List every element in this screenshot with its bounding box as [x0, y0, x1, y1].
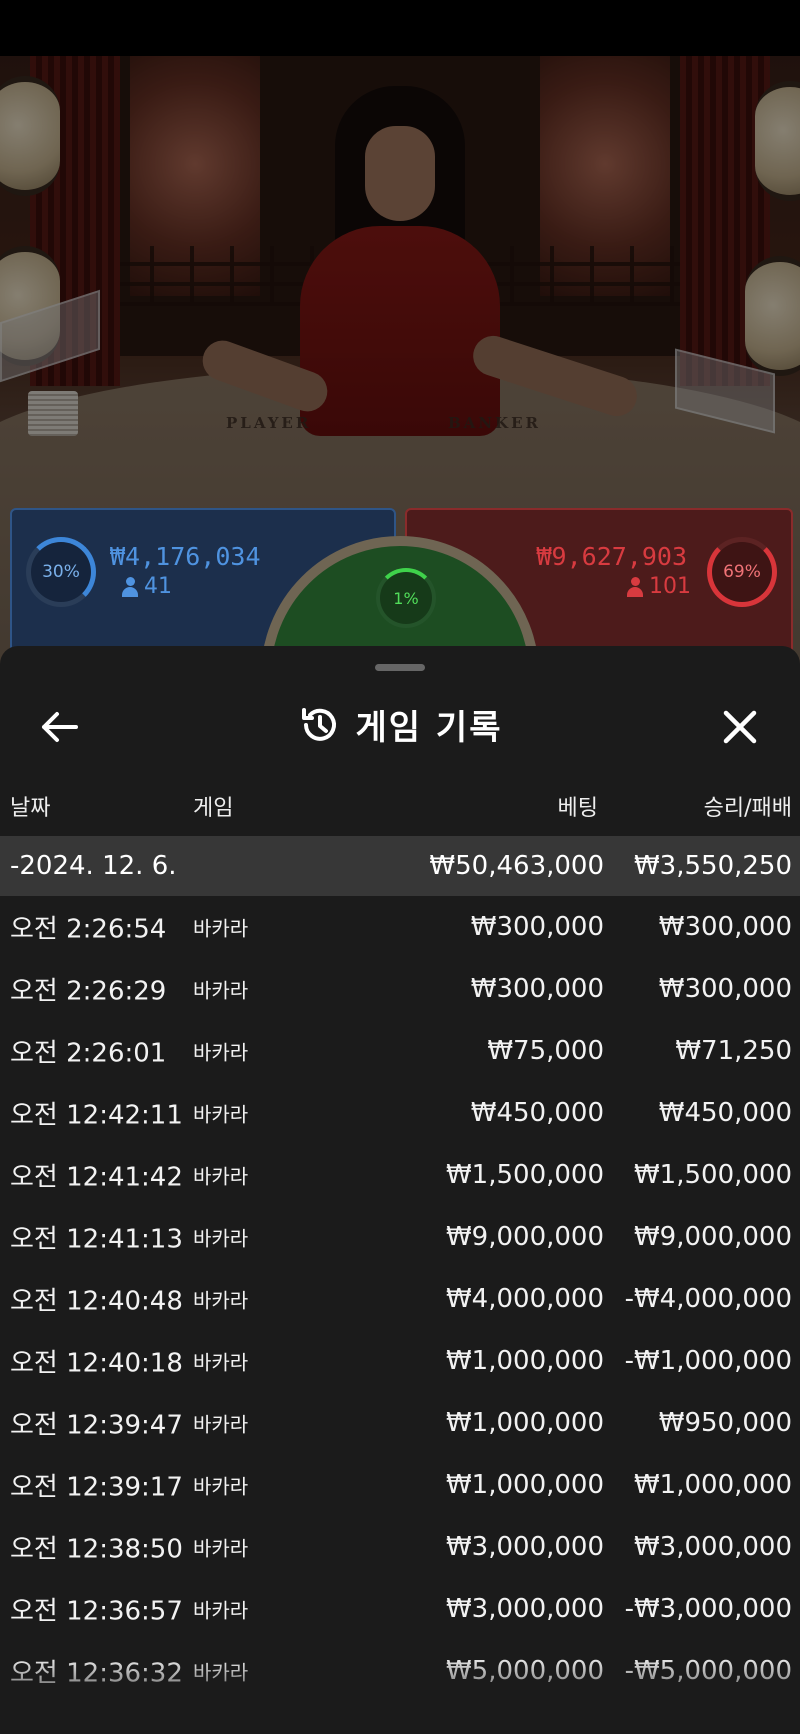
row-time: 오전 12:42:11: [10, 1100, 183, 1131]
banker-bettor-count: 101: [627, 574, 691, 599]
row-bet: ₩300,000: [470, 912, 604, 942]
row-game: 바카라: [193, 916, 249, 941]
row-time: 오전 12:39:47: [10, 1410, 183, 1441]
tie-percent-ring: 1%: [376, 568, 436, 628]
row-bet: ₩450,000: [470, 1098, 604, 1128]
status-bar-area: [0, 0, 800, 56]
column-win-loss: 승리/패배: [703, 796, 792, 821]
row-time: 오전 12:36:57: [10, 1596, 183, 1627]
row-game: 바카라: [193, 1536, 249, 1561]
history-row[interactable]: 오전 12:39:47 바카라 ₩1,000,000 ₩950,000: [0, 1392, 800, 1454]
row-bet: ₩5,000,000: [445, 1656, 604, 1686]
row-game: 바카라: [193, 1040, 249, 1065]
row-win-loss: -₩3,000,000: [624, 1594, 792, 1624]
row-game: 바카라: [193, 1102, 249, 1127]
row-game: 바카라: [193, 1598, 249, 1623]
banker-bet-total: ₩9,627,903: [536, 542, 687, 571]
history-row[interactable]: 오전 12:40:48 바카라 ₩4,000,000 -₩4,000,000: [0, 1268, 800, 1330]
sheet-title-group: 게임 기록: [0, 700, 800, 749]
row-win-loss: ₩3,000,000: [633, 1532, 792, 1562]
close-icon: [723, 710, 757, 744]
history-list: 오전 2:26:54 바카라 ₩300,000 ₩300,000 오전 2:26:29…: [0, 896, 800, 1702]
history-row[interactable]: 오전 12:41:13 바카라 ₩9,000,000 ₩9,000,000: [0, 1206, 800, 1268]
column-date: 날짜: [10, 796, 51, 821]
player-percent-ring: 30%: [26, 537, 96, 607]
row-game: 바카라: [193, 978, 249, 1003]
sheet-title: 게임 기록: [355, 708, 503, 748]
row-bet: ₩1,000,000: [445, 1470, 604, 1500]
row-time: 오전 2:26:54: [10, 914, 167, 945]
player-bettor-count: 41: [122, 574, 172, 599]
column-headers: 날짜 게임 베팅 승리/패배: [0, 784, 800, 824]
row-time: 오전 12:39:17: [10, 1472, 183, 1503]
game-history-sheet: 게임 기록 날짜 게임 베팅 승리/패배 -2024. 12. 6. ₩50,4…: [0, 646, 800, 1734]
summary-win-loss-total: ₩3,550,250: [633, 851, 792, 881]
banker-percent-ring: 69%: [707, 537, 777, 607]
row-win-loss: ₩300,000: [658, 912, 792, 942]
row-bet: ₩1,000,000: [445, 1408, 604, 1438]
banker-count-value: 101: [649, 574, 691, 599]
history-row[interactable]: 오전 2:26:01 바카라 ₩75,000 ₩71,250: [0, 1020, 800, 1082]
sheet-header: 게임 기록: [0, 686, 800, 766]
row-win-loss: ₩300,000: [658, 974, 792, 1004]
row-time: 오전 12:38:50: [10, 1534, 183, 1565]
row-bet: ₩4,000,000: [445, 1284, 604, 1314]
close-button[interactable]: [710, 702, 770, 752]
row-time: 오전 12:36:32: [10, 1658, 183, 1689]
date-summary-row[interactable]: -2024. 12. 6. ₩50,463,000 ₩3,550,250: [0, 836, 800, 896]
row-time: 오전 12:41:42: [10, 1162, 183, 1193]
history-row[interactable]: 오전 12:36:57 바카라 ₩3,000,000 -₩3,000,000: [0, 1578, 800, 1640]
player-count-value: 41: [144, 574, 172, 599]
history-row[interactable]: 오전 12:36:32 바카라 ₩5,000,000 -₩5,000,000: [0, 1640, 800, 1702]
row-win-loss: ₩1,500,000: [633, 1160, 792, 1190]
history-row[interactable]: 오전 12:39:17 바카라 ₩1,000,000 ₩1,000,000: [0, 1454, 800, 1516]
row-game: 바카라: [193, 1350, 249, 1375]
player-bet-total: ₩4,176,034: [110, 542, 261, 571]
row-game: 바카라: [193, 1288, 249, 1313]
history-row[interactable]: 오전 12:41:42 바카라 ₩1,500,000 ₩1,500,000: [0, 1144, 800, 1206]
row-bet: ₩3,000,000: [445, 1532, 604, 1562]
summary-date: -2024. 12. 6.: [10, 851, 177, 881]
row-win-loss: ₩71,250: [675, 1036, 792, 1066]
history-row[interactable]: 오전 12:40:18 바카라 ₩1,000,000 -₩1,000,000: [0, 1330, 800, 1392]
column-bet: 베팅: [557, 796, 598, 821]
history-row[interactable]: 오전 2:26:54 바카라 ₩300,000 ₩300,000: [0, 896, 800, 958]
history-row[interactable]: 오전 12:38:50 바카라 ₩3,000,000 ₩3,000,000: [0, 1516, 800, 1578]
player-percent: 30%: [42, 562, 80, 582]
row-bet: ₩75,000: [487, 1036, 604, 1066]
row-bet: ₩3,000,000: [445, 1594, 604, 1624]
history-row[interactable]: 오전 2:26:29 바카라 ₩300,000 ₩300,000: [0, 958, 800, 1020]
row-win-loss: ₩950,000: [658, 1408, 792, 1438]
user-icon: [122, 576, 138, 597]
row-win-loss: -₩5,000,000: [624, 1656, 792, 1686]
row-bet: ₩1,000,000: [445, 1346, 604, 1376]
row-time: 오전 2:26:29: [10, 976, 167, 1007]
row-win-loss: ₩9,000,000: [633, 1222, 792, 1252]
row-game: 바카라: [193, 1226, 249, 1251]
row-win-loss: ₩1,000,000: [633, 1470, 792, 1500]
row-game: 바카라: [193, 1660, 249, 1685]
row-bet: ₩1,500,000: [445, 1160, 604, 1190]
column-game: 게임: [193, 796, 234, 821]
summary-bet-total: ₩50,463,000: [429, 851, 604, 881]
tie-percent: 1%: [393, 588, 419, 608]
bet-spots: 30% ₩4,176,034 41 69% ₩9,627,903 101 1%: [0, 506, 800, 814]
row-bet: ₩9,000,000: [445, 1222, 604, 1252]
row-time: 오전 12:40:18: [10, 1348, 183, 1379]
sheet-drag-handle[interactable]: [375, 664, 425, 671]
row-win-loss: -₩1,000,000: [624, 1346, 792, 1376]
row-win-loss: -₩4,000,000: [624, 1284, 792, 1314]
row-game: 바카라: [193, 1412, 249, 1437]
history-clock-icon: [298, 704, 340, 746]
row-game: 바카라: [193, 1164, 249, 1189]
user-icon: [627, 576, 643, 597]
row-win-loss: ₩450,000: [658, 1098, 792, 1128]
history-row[interactable]: 오전 12:42:11 바카라 ₩450,000 ₩450,000: [0, 1082, 800, 1144]
row-time: 오전 12:41:13: [10, 1224, 183, 1255]
row-bet: ₩300,000: [470, 974, 604, 1004]
banker-percent: 69%: [723, 562, 761, 582]
row-time: 오전 12:40:48: [10, 1286, 183, 1317]
row-time: 오전 2:26:01: [10, 1038, 167, 1069]
row-game: 바카라: [193, 1474, 249, 1499]
